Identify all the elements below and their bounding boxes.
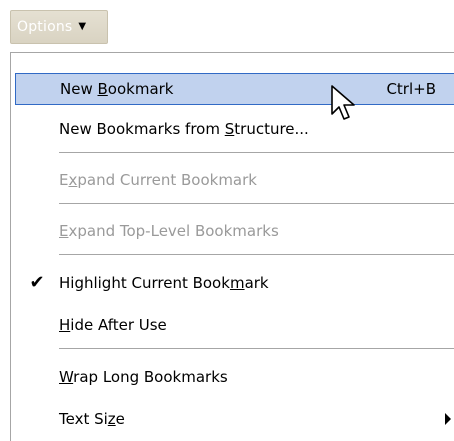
menu-item-new-bookmark[interactable]: New Bookmark Ctrl+B	[15, 73, 454, 105]
menu-item-text-size[interactable]: Text Size	[15, 403, 454, 435]
menu-item-highlight-current-bookmark[interactable]: ✔ Highlight Current Bookmark	[15, 267, 454, 299]
menu-item-hide-after-use[interactable]: Hide After Use	[15, 309, 454, 341]
submenu-arrow-icon	[445, 413, 451, 425]
menu-item-label: Wrap Long Bookmarks	[59, 368, 228, 386]
menu-item-label: Expand Top-Level Bookmarks	[59, 222, 279, 240]
options-button[interactable]: Options ▼	[10, 10, 108, 44]
menu-item-wrap-long-bookmarks[interactable]: Wrap Long Bookmarks	[15, 361, 454, 393]
menu-item-label: Hide After Use	[59, 316, 167, 334]
menu-item-expand-top-level-bookmarks: Expand Top-Level Bookmarks	[15, 215, 454, 247]
menu-separator	[59, 152, 454, 153]
menu-item-label: Highlight Current Bookmark	[59, 274, 269, 292]
menu-item-label: Expand Current Bookmark	[59, 171, 257, 189]
menu-separator	[59, 203, 454, 204]
options-menu: New Bookmark Ctrl+B New Bookmarks from S…	[10, 52, 454, 441]
triangle-down-icon: ▼	[78, 21, 87, 32]
checkmark-icon: ✔	[29, 272, 45, 293]
options-label: Options	[17, 19, 73, 35]
menu-item-new-bookmarks-from-structure[interactable]: New Bookmarks from Structure...	[15, 113, 454, 145]
menu-separator	[59, 254, 454, 255]
menu-separator	[59, 348, 454, 349]
menu-item-label: New Bookmarks from Structure...	[59, 120, 309, 138]
menu-item-expand-current-bookmark: Expand Current Bookmark	[15, 164, 454, 196]
menu-item-label: Text Size	[59, 410, 125, 428]
shortcut-label: Ctrl+B	[386, 80, 436, 98]
